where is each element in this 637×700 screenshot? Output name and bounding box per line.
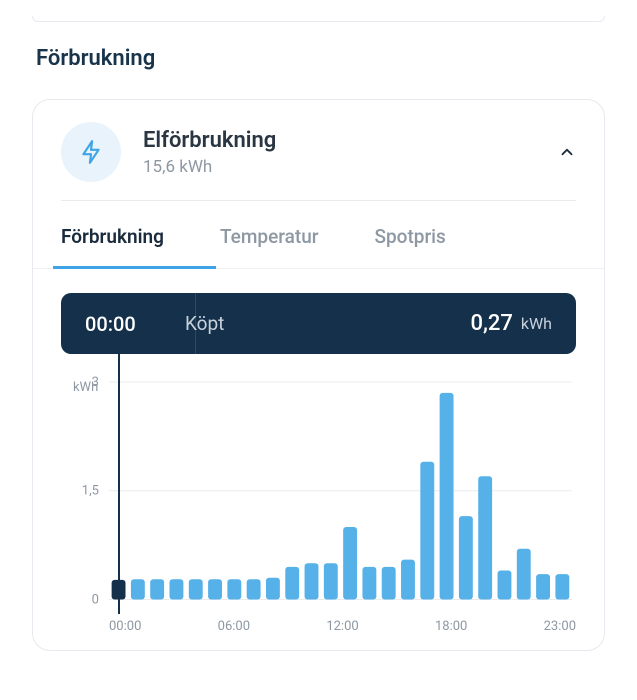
bar[interactable] <box>517 549 531 600</box>
bar[interactable] <box>420 462 434 600</box>
bar[interactable] <box>170 579 184 599</box>
card-title: Elförbrukning <box>143 128 558 153</box>
bar-chart[interactable]: 31,50 <box>61 354 576 613</box>
bolt-icon <box>61 122 121 182</box>
chart-area[interactable]: kWh 31,50 00:00 06:00 12:00 18:00 23:00 <box>61 354 576 650</box>
yaxis-tick: 0 <box>92 593 99 608</box>
xaxis-tick: 06:00 <box>218 619 250 634</box>
bar[interactable] <box>227 579 241 599</box>
tooltip-separator <box>195 293 196 354</box>
chart-selection-marker <box>118 354 120 614</box>
card-subtitle: 15,6 kWh <box>143 157 558 177</box>
bar[interactable] <box>362 567 376 600</box>
tooltip-unit: kWh <box>521 314 552 333</box>
xaxis-tick: 00:00 <box>109 619 141 634</box>
bar[interactable] <box>459 516 473 599</box>
yaxis-unit-label: kWh <box>73 380 98 395</box>
xaxis-tick: 12:00 <box>326 619 358 634</box>
tab-consumption[interactable]: Förbrukning <box>61 201 164 268</box>
bar[interactable] <box>266 578 280 600</box>
bar[interactable] <box>285 567 299 600</box>
bar[interactable] <box>382 567 396 600</box>
bar[interactable] <box>401 560 415 600</box>
bar[interactable] <box>189 579 203 599</box>
bar[interactable] <box>440 393 454 600</box>
chevron-up-icon[interactable] <box>558 143 576 161</box>
bar[interactable] <box>536 574 550 599</box>
xaxis-labels: 00:00 06:00 12:00 18:00 23:00 <box>61 613 576 650</box>
bar[interactable] <box>208 579 222 599</box>
card-header[interactable]: Elförbrukning 15,6 kWh <box>33 100 604 200</box>
tab-temperature[interactable]: Temperatur <box>220 201 319 268</box>
bar[interactable] <box>343 527 357 600</box>
bar[interactable] <box>150 579 164 599</box>
previous-card-bottom-edge <box>32 16 605 22</box>
section-title: Förbrukning <box>36 46 605 71</box>
bar[interactable] <box>555 574 569 599</box>
tooltip-value: 0,27 <box>470 311 512 336</box>
bar[interactable] <box>247 579 261 599</box>
tooltip-time: 00:00 <box>85 312 181 336</box>
tabs: Förbrukning Temperatur Spotpris <box>33 201 604 269</box>
xaxis-tick: 23:00 <box>544 619 576 634</box>
bar[interactable] <box>131 579 145 599</box>
chart-tooltip: 00:00 Köpt 0,27 kWh <box>61 293 576 354</box>
bar[interactable] <box>305 563 319 599</box>
bar[interactable] <box>498 571 512 600</box>
xaxis-tick: 18:00 <box>435 619 467 634</box>
bar[interactable] <box>324 563 338 599</box>
tab-spotprice[interactable]: Spotpris <box>375 201 446 268</box>
consumption-card: Elförbrukning 15,6 kWh Förbrukning Tempe… <box>32 99 605 651</box>
tooltip-label: Köpt <box>185 312 224 335</box>
card-header-text: Elförbrukning 15,6 kWh <box>143 128 558 177</box>
bar[interactable] <box>478 476 492 599</box>
yaxis-tick: 1,5 <box>82 484 99 499</box>
